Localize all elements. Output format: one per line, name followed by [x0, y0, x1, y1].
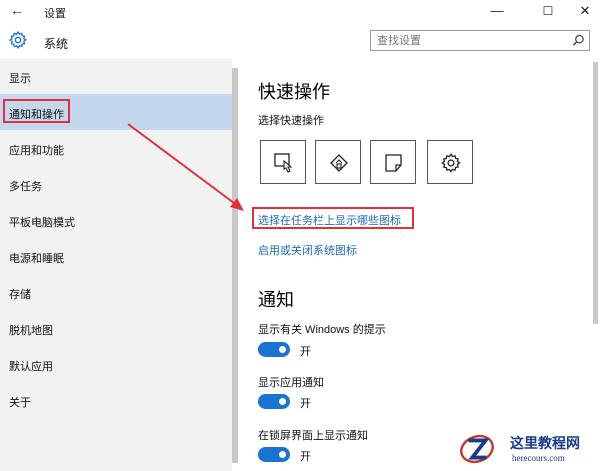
toggle-knob — [279, 346, 286, 353]
note-icon — [385, 154, 402, 172]
toggle-state-label: 开 — [300, 398, 311, 410]
toggle-lockscreen-notifications[interactable] — [258, 447, 290, 462]
gear-icon — [8, 30, 28, 50]
sidebar-item-label: 脱机地图 — [9, 325, 53, 337]
sidebar-item-notifications-actions[interactable]: 通知和操作 — [0, 94, 232, 130]
close-button[interactable]: ✕ — [570, 2, 600, 20]
notifications-heading: 通知 — [258, 290, 294, 310]
toggle-knob — [279, 398, 286, 405]
watermark-url: herecours.com — [512, 453, 565, 463]
minimize-button[interactable]: — — [482, 2, 512, 20]
search-icon[interactable] — [572, 34, 585, 47]
sidebar-item-apps-features[interactable]: 应用和功能 — [0, 130, 232, 166]
sidebar-item-label: 显示 — [9, 73, 31, 85]
toggle-knob — [279, 451, 286, 458]
window-title: 设置 — [44, 8, 66, 20]
taskbar-icons-link[interactable]: 选择在任务栏上显示哪些图标 — [258, 212, 401, 228]
sidebar-item-label: 平板电脑模式 — [9, 217, 75, 229]
quick-actions-subtitle: 选择快速操作 — [258, 115, 324, 127]
sidebar-item-offline-maps[interactable]: 脱机地图 — [0, 310, 232, 346]
sidebar-item-label: 通知和操作 — [9, 109, 64, 121]
settings-icon — [441, 153, 461, 173]
sidebar-item-label: 默认应用 — [9, 361, 53, 373]
watermark-text: 这里教程网 — [510, 435, 580, 451]
watermark-logo-icon — [460, 434, 494, 464]
sidebar-item-default-apps[interactable]: 默认应用 — [0, 346, 232, 382]
sidebar-item-label: 应用和功能 — [9, 145, 64, 157]
setting-label-app-notifications: 显示应用通知 — [258, 377, 324, 389]
system-icons-link[interactable]: 启用或关闭系统图标 — [258, 242, 357, 258]
main-scrollbar[interactable] — [593, 62, 598, 324]
sidebar-scrollbar[interactable] — [232, 68, 238, 463]
sidebar-item-label: 电源和睡眠 — [9, 253, 64, 265]
main-panel: 快速操作 选择快速操作 选择在任务栏上显示哪些图标 启用或关闭系统图标 通知 显… — [240, 58, 600, 471]
tablet-mode-icon — [274, 153, 293, 173]
setting-label-lockscreen-notifications: 在锁屏界面上显示通知 — [258, 430, 368, 442]
sidebar: 显示 通知和操作 应用和功能 多任务 平板电脑模式 电源和睡眠 存储 脱机地图 … — [0, 58, 232, 471]
sidebar-item-label: 多任务 — [9, 181, 42, 193]
setting-label-windows-tips: 显示有关 Windows 的提示 — [258, 324, 386, 336]
toggle-state-label: 开 — [300, 451, 311, 463]
sidebar-item-power-sleep[interactable]: 电源和睡眠 — [0, 238, 232, 274]
search-input[interactable] — [377, 33, 562, 48]
sidebar-item-tablet-mode[interactable]: 平板电脑模式 — [0, 202, 232, 238]
sidebar-item-storage[interactable]: 存储 — [0, 274, 232, 310]
back-arrow-icon[interactable]: ← — [10, 2, 24, 18]
maximize-button[interactable]: ☐ — [533, 2, 563, 20]
sidebar-item-multitasking[interactable]: 多任务 — [0, 166, 232, 202]
quick-action-tile-tablet[interactable] — [260, 140, 306, 184]
network-icon — [330, 154, 348, 172]
sidebar-item-about[interactable]: 关于 — [0, 382, 232, 418]
toggle-app-notifications[interactable] — [258, 394, 290, 409]
search-box[interactable] — [370, 30, 590, 51]
title-bar: ← 设置 — ☐ ✕ — [0, 0, 600, 24]
quick-action-tile-note[interactable] — [370, 140, 416, 184]
sidebar-item-display[interactable]: 显示 — [0, 58, 232, 94]
toggle-windows-tips[interactable] — [258, 342, 290, 357]
quick-action-tile-network[interactable] — [315, 140, 361, 184]
page-title: 系统 — [44, 37, 69, 51]
quick-actions-heading: 快速操作 — [258, 82, 330, 102]
quick-action-tile-settings[interactable] — [427, 140, 473, 184]
sidebar-item-label: 存储 — [9, 289, 31, 301]
watermark: 这里教程网 herecours.com — [450, 428, 600, 471]
sidebar-item-label: 关于 — [9, 397, 31, 409]
toggle-state-label: 开 — [300, 346, 311, 358]
